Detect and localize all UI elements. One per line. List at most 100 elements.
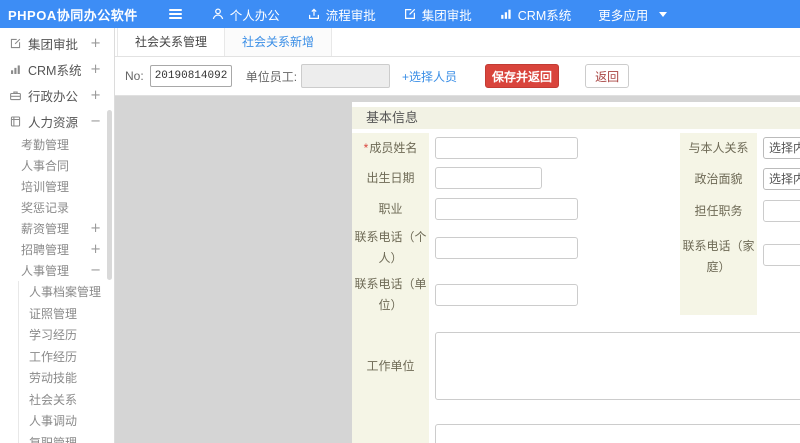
edit-square-icon [9,37,22,50]
caret-down-icon [659,11,668,17]
flow-icon [307,7,321,21]
form-row-phone-home: 联系电话（家庭） [680,227,800,315]
sidebar-item-label: 行政办公 [28,89,79,104]
sidebar-item-label: 人事档案管理 [29,285,102,300]
sidebar-item-label: 人力资源 [28,115,79,130]
nav-label: 更多应用 [598,8,649,23]
sidebar-item-label: 培训管理 [21,180,70,194]
menu-toggle-button[interactable] [168,7,184,21]
required-mark: * [363,140,369,155]
member-name-label: *成员姓名 [352,133,429,163]
sidebar-item-training-mgmt[interactable]: 培训管理 [0,176,114,197]
form-row-work-unit: 工作单位 [352,319,800,413]
sidebar-item-personnel-transfer[interactable]: 人事调动 [19,410,114,432]
top-header: PHPOA协同办公软件 个人办公 流程审批 集团审批 CRM系统 更多应用 [0,0,800,28]
save-and-return-button[interactable]: 保存并返回 [485,64,560,88]
employee-label: 单位员工: [245,69,298,84]
sidebar-item-label: 薪资管理 [21,222,70,236]
tab-social-relation-new[interactable]: 社会关系新增 [225,28,333,56]
sidebar-item-hr-contract[interactable]: 人事合同 [0,155,114,176]
relation-label: 与本人关系 [680,133,757,163]
sidebar-item-study-history[interactable]: 学习经历 [19,324,114,346]
hamburger-icon [169,13,183,15]
nav-label: 个人办公 [229,8,280,23]
sidebar-item-attendance-mgmt[interactable]: 考勤管理 [0,134,114,155]
form-right-column: 与本人关系 选择内容 政治面貌 选择内容 担任职务 联系电话（家庭） [680,133,800,315]
employee-input[interactable] [301,64,391,88]
no-label: No: [125,69,144,83]
sidebar-item-personnel-archive[interactable]: 人事档案管理 [19,281,114,303]
form-panel: 基本信息 *成员姓名 出生日期 职业 联系电话（个人） 联系电话（单位） 工作单… [352,102,800,443]
phone-personal-input[interactable] [435,237,578,259]
form-row-extra [352,413,800,443]
sidebar-scrollbar[interactable] [107,110,112,280]
sidebar-item-certificate-mgmt[interactable]: 证照管理 [19,303,114,325]
sidebar-item-salary-mgmt[interactable]: 薪资管理 + [0,218,114,239]
tab-label: 社会关系新增 [242,35,315,49]
sidebar-item-human-resources[interactable]: 人力资源 − [0,108,114,134]
position-input[interactable] [763,200,800,222]
sidebar-item-personnel-mgmt[interactable]: 人事管理 − [0,260,114,281]
sidebar-item-crm-system[interactable]: CRM系统 + [0,56,114,82]
sidebar-item-label: 奖惩记录 [21,201,70,215]
nav-crm-system[interactable]: CRM系统 [499,5,571,24]
nav-group-approval[interactable]: 集团审批 [403,5,472,24]
nav-label: CRM系统 [517,8,572,23]
occupation-label: 职业 [352,193,429,225]
bar-chart-icon [499,7,513,21]
back-button[interactable]: 返回 [585,64,630,88]
tab-social-relation-mgmt[interactable]: 社会关系管理 [117,28,226,56]
occupation-input[interactable] [435,198,578,220]
app-window: PHPOA协同办公软件 个人办公 流程审批 集团审批 CRM系统 更多应用 集团… [0,0,800,443]
sidebar-item-label: 人事管理 [21,264,70,278]
sidebar-item-label: 学习经历 [29,328,78,343]
political-status-select[interactable]: 选择内容 [763,168,800,190]
nav-personal-office[interactable]: 个人办公 [211,5,280,24]
birth-date-input[interactable] [435,167,542,189]
sidebar-item-label: 复职管理 [29,435,78,443]
sidebar-item-label: 考勤管理 [21,138,70,152]
nav-process-approval[interactable]: 流程审批 [307,5,376,24]
sidebar-item-label: 集团审批 [28,37,79,52]
sidebar-item-group-approval[interactable]: 集团审批 + [0,30,114,56]
form-row-position: 担任职务 [680,195,800,227]
sidebar-item-labor-skill[interactable]: 劳动技能 [19,367,114,389]
sidebar: 集团审批 + CRM系统 + 行政办公 + 人力资源 − 考勤管理 人事合同 培… [0,28,115,443]
expand-minus-icon: − [90,263,101,278]
sidebar-item-recruit-mgmt[interactable]: 招聘管理 + [0,239,114,260]
birth-date-label: 出生日期 [352,163,429,193]
sidebar-item-label: 人事合同 [21,159,70,173]
form-toolbar: No: 单位员工: +选择人员 保存并返回 返回 [115,57,800,96]
work-unit-textarea[interactable] [435,332,800,400]
nav-label: 流程审批 [325,8,376,23]
user-icon [211,7,225,21]
sidebar-item-reward-punishment[interactable]: 奖惩记录 [0,197,114,218]
sidebar-item-social-relation[interactable]: 社会关系 [19,389,114,411]
work-unit-label: 工作单位 [352,319,429,413]
political-status-label: 政治面貌 [680,163,757,195]
personnel-submenu: 人事档案管理 证照管理 学习经历 工作经历 劳动技能 社会关系 人事调动 复职管… [18,281,114,443]
select-person-link[interactable]: +选择人员 [402,68,457,85]
extra-textarea[interactable] [435,424,800,443]
nav-more-apps[interactable]: 更多应用 [598,5,668,24]
sidebar-item-admin-office[interactable]: 行政办公 + [0,82,114,108]
sidebar-item-reinstate-mgmt[interactable]: 复职管理 [19,432,114,443]
position-label: 担任职务 [680,195,757,227]
phone-home-input[interactable] [763,244,800,266]
no-input[interactable] [149,65,232,87]
expand-plus-icon: + [90,35,101,51]
tab-label: 社会关系管理 [135,35,208,49]
nav-label: 集团审批 [421,8,472,23]
phone-personal-label: 联系电话（个人） [352,225,429,271]
content-area: 基本信息 *成员姓名 出生日期 职业 联系电话（个人） 联系电话（单位） 工作单… [115,96,800,443]
edit-square-icon [403,7,417,21]
relation-select[interactable]: 选择内容 [763,137,800,159]
sidebar-item-work-history[interactable]: 工作经历 [19,346,114,368]
phone-work-input[interactable] [435,284,578,306]
expand-plus-icon: + [90,87,101,103]
form-row-relation: 与本人关系 选择内容 [680,133,800,163]
sidebar-item-label: 工作经历 [29,349,78,364]
member-name-input[interactable] [435,137,578,159]
form-body: *成员姓名 出生日期 职业 联系电话（个人） 联系电话（单位） 工作单位 与本人… [352,133,800,443]
extra-label [352,413,429,443]
